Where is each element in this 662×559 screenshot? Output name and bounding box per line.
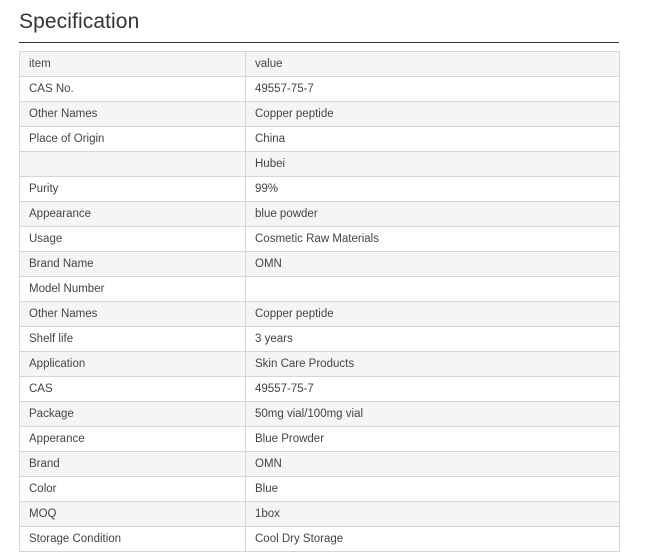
table-row: Brand Name OMN [19,251,620,277]
table-row: Other Names Copper peptide [19,101,620,127]
cell-value: Blue Prowder [245,426,620,452]
cell-value: Hubei [245,151,620,177]
table-row: Purity 99% [19,176,620,202]
cell-value: blue powder [245,201,620,227]
table-row: Application Skin Care Products [19,351,620,377]
table-row: Model Number [19,276,620,302]
table-row: Usage Cosmetic Raw Materials [19,226,620,252]
cell-item: Package [19,401,246,427]
cell-item: CAS [19,376,246,402]
cell-value: OMN [245,251,620,277]
table-row: Place of Origin China [19,126,620,152]
cell-item: Purity [19,176,246,202]
page-title: Specification [19,10,140,33]
cell-item: MOQ [19,501,246,527]
cell-item: Model Number [19,276,246,302]
table-row: Storage Condition Cool Dry Storage [19,526,620,552]
header-cell-item: item [19,51,246,77]
cell-value: 1box [245,501,620,527]
table-row: CAS 49557-75-7 [19,376,620,402]
cell-item: Appearance [19,201,246,227]
cell-item [19,151,246,177]
cell-item: Application [19,351,246,377]
cell-item: Other Names [19,301,246,327]
table-row: MOQ 1box [19,501,620,527]
table-row: Apperance Blue Prowder [19,426,620,452]
table-row: Color Blue [19,476,620,502]
cell-value: 99% [245,176,620,202]
table-header-row: item value [19,51,620,77]
cell-value: Blue [245,476,620,502]
table-row: CAS No. 49557-75-7 [19,76,620,102]
cell-item: Other Names [19,101,246,127]
cell-value: OMN [245,451,620,477]
specification-table-body: item value CAS No. 49557-75-7 Other Names Cop… [19,51,620,552]
cell-value: Cosmetic Raw Materials [245,226,620,252]
cell-value: Cool Dry Storage [245,526,620,552]
cell-value: 49557-75-7 [245,76,620,102]
cell-value: Copper peptide [245,301,620,327]
header-cell-value: value [245,51,620,77]
cell-value: 3 years [245,326,620,352]
specification-table: item value CAS No. 49557-75-7 Other Names Cop… [19,51,620,552]
table-row: Hubei [19,151,620,177]
table-row: Package 50mg vial/100mg vial [19,401,620,427]
cell-item: Brand [19,451,246,477]
table-row: Other Names Copper peptide [19,301,620,327]
cell-value: 50mg vial/100mg vial [245,401,620,427]
title-divider [19,42,619,43]
cell-value: Skin Care Products [245,351,620,377]
cell-value [245,276,620,302]
cell-item: Usage [19,226,246,252]
cell-value: 49557-75-7 [245,376,620,402]
cell-item: Shelf life [19,326,246,352]
table-row: Appearance blue powder [19,201,620,227]
cell-item: Storage Condition [19,526,246,552]
table-row: Shelf life 3 years [19,326,620,352]
cell-value: Copper peptide [245,101,620,127]
cell-item: Brand Name [19,251,246,277]
cell-item: Color [19,476,246,502]
cell-item: Apperance [19,426,246,452]
cell-item: CAS No. [19,76,246,102]
table-row: Brand OMN [19,451,620,477]
cell-value: China [245,126,620,152]
cell-item: Place of Origin [19,126,246,152]
